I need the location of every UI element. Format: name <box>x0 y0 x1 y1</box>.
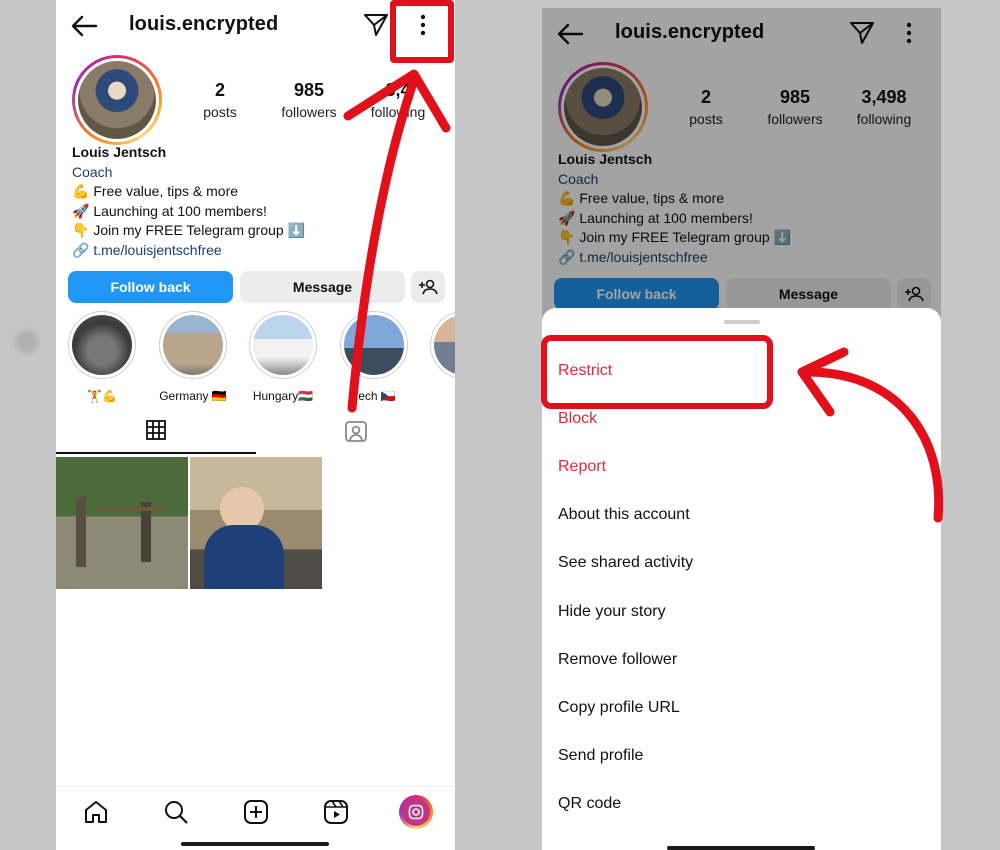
highlight-caption: zech 🇨🇿 <box>352 389 396 403</box>
avatar[interactable] <box>72 55 162 145</box>
post-thumbnail[interactable] <box>190 457 322 589</box>
highlight-caption: Cro <box>430 389 455 403</box>
category-label: Coach <box>72 163 113 180</box>
bio-line: 💪 Free value, tips & more <box>72 183 239 199</box>
menu-item-copy-url[interactable]: Copy profile URL <box>558 699 680 717</box>
menu-item-report[interactable]: Report <box>558 458 606 476</box>
posts-stat[interactable]: 2 posts <box>175 80 265 120</box>
bio-line: 🚀 Launching at 100 members! <box>72 202 267 219</box>
menu-item-block[interactable]: Block <box>558 410 597 428</box>
highlight-box-restrict <box>541 335 773 409</box>
highlight-caption: Germany 🇩🇪 <box>159 389 227 403</box>
profile-screen: louis.encrypted 2 posts 985 followers 3,… <box>56 0 455 850</box>
menu-item-remove-follower[interactable]: Remove follower <box>558 651 677 669</box>
search-icon[interactable] <box>163 799 189 825</box>
message-button[interactable]: Message <box>240 271 405 303</box>
add-person-button[interactable] <box>411 271 445 303</box>
display-name: Louis Jentsch <box>72 144 167 160</box>
following-stat[interactable]: 3,4 following <box>353 80 443 120</box>
home-indicator <box>181 842 329 846</box>
tagged-icon[interactable] <box>344 419 368 443</box>
username-title: louis.encrypted <box>129 13 279 35</box>
followers-stat[interactable]: 985 followers <box>264 80 354 120</box>
bio-link[interactable]: 🔗 t.me/louisjentschfree <box>72 241 305 261</box>
add-person-icon <box>419 279 438 295</box>
profile-tab-avatar[interactable] <box>399 795 433 829</box>
follow-back-button[interactable]: Follow back <box>68 271 233 303</box>
posts-label: posts <box>203 104 237 120</box>
bio-line: 👇 Join my FREE Telegram group ⬇️ <box>72 222 306 238</box>
background-smudge <box>14 320 40 364</box>
story-highlight[interactable]: Germany 🇩🇪 <box>159 311 227 403</box>
following-label: following <box>370 104 426 120</box>
menu-item-qr-code[interactable]: QR code <box>558 795 621 813</box>
menu-item-send-profile[interactable]: Send profile <box>558 747 643 765</box>
create-icon[interactable] <box>243 799 269 825</box>
bottom-navigation <box>56 786 455 850</box>
home-indicator <box>667 846 815 850</box>
instagram-icon <box>408 804 424 820</box>
menu-item-hide-story[interactable]: Hide your story <box>558 603 666 621</box>
bio-link-text: t.me/louisjentschfree <box>93 241 222 258</box>
followers-count: 985 <box>293 80 325 100</box>
story-highlight[interactable]: zech 🇨🇿 <box>340 311 408 403</box>
link-icon: 🔗 <box>72 241 90 258</box>
home-icon[interactable] <box>83 799 109 825</box>
highlight-caption: 🏋💪 <box>87 389 117 403</box>
story-highlight[interactable]: 🏋💪 <box>68 311 136 403</box>
tab-indicator <box>56 452 256 454</box>
posts-count: 2 <box>214 80 225 100</box>
back-arrow-icon[interactable] <box>70 14 98 38</box>
highlight-caption: Hungary🇭🇺 <box>252 389 314 403</box>
menu-item-shared-activity[interactable]: See shared activity <box>558 554 693 572</box>
bio-block: Louis Jentsch Coach 💪 Free value, tips &… <box>72 143 305 260</box>
story-highlight[interactable]: Cro <box>430 311 455 403</box>
profile-tabs <box>56 408 455 458</box>
highlight-box-more <box>390 0 454 63</box>
send-icon[interactable] <box>363 12 389 38</box>
story-highlight[interactable]: Hungary🇭🇺 <box>249 311 317 403</box>
followers-label: followers <box>281 104 337 120</box>
reels-icon[interactable] <box>323 799 349 825</box>
grid-icon[interactable] <box>145 419 167 441</box>
post-thumbnail[interactable] <box>56 457 188 589</box>
following-count: 3,4 <box>385 80 411 100</box>
profile-screen-with-menu: louis.encrypted 2 posts 985 followers 3,… <box>542 8 941 850</box>
menu-item-about-account[interactable]: About this account <box>558 506 690 524</box>
sheet-drag-handle[interactable] <box>724 320 760 324</box>
